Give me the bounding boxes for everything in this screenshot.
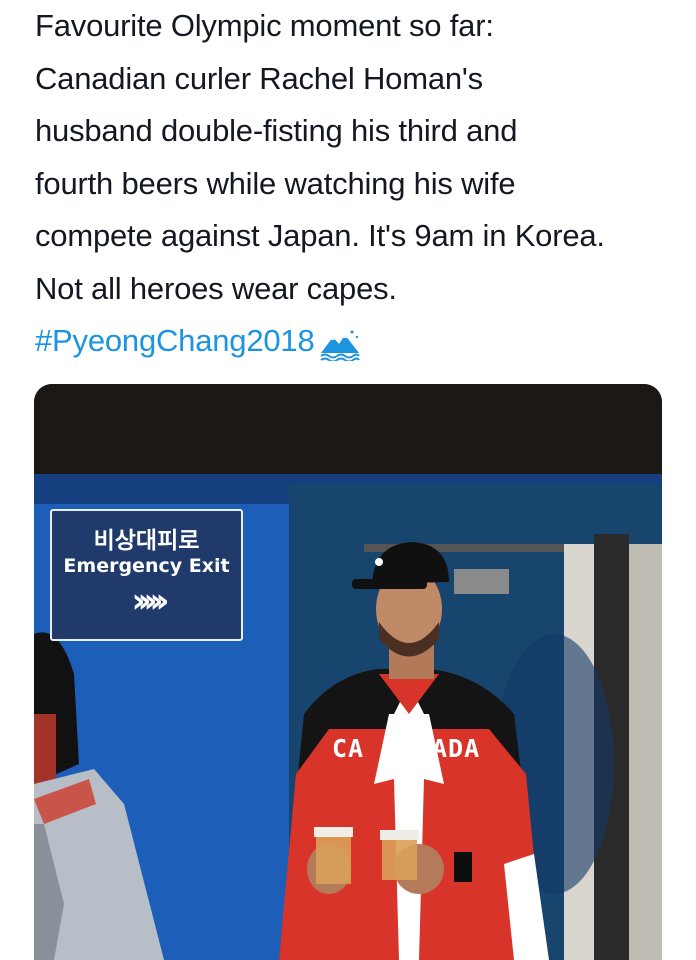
jacket-text-right: ADA (432, 734, 481, 763)
sign-korean-text: 비상대피로 (93, 528, 200, 554)
hashtag-link[interactable]: #PyeongChang2018 (35, 315, 315, 368)
tweet-line: husband double-fisting his third and (35, 113, 518, 148)
tweet-text: Favourite Olympic moment so far: Canadia… (35, 0, 675, 368)
photo-scene (34, 384, 662, 960)
tweet-line: Favourite Olympic moment so far: (35, 8, 494, 43)
emergency-exit-sign: 비상대피로 Emergency Exit ››››› (50, 509, 243, 641)
sign-arrows: ››››› (131, 581, 169, 621)
pyeongchang-mountain-emoji-icon (319, 325, 361, 363)
tweet-line: fourth beers while watching his wife (35, 165, 516, 201)
tweet-line: Canadian curler Rachel Homan's (35, 60, 483, 96)
tweet-line: Not all heroes wear capes. (35, 270, 397, 306)
sign-english-text: Emergency Exit (63, 555, 230, 577)
jacket-text-left: CA (332, 734, 365, 763)
tweet-photo[interactable]: 비상대피로 Emergency Exit ››››› CA ADA (34, 384, 662, 960)
hashtag-line: #PyeongChang2018 (35, 315, 675, 368)
tweet-line: compete against Japan. It's 9am in Korea… (35, 218, 605, 253)
